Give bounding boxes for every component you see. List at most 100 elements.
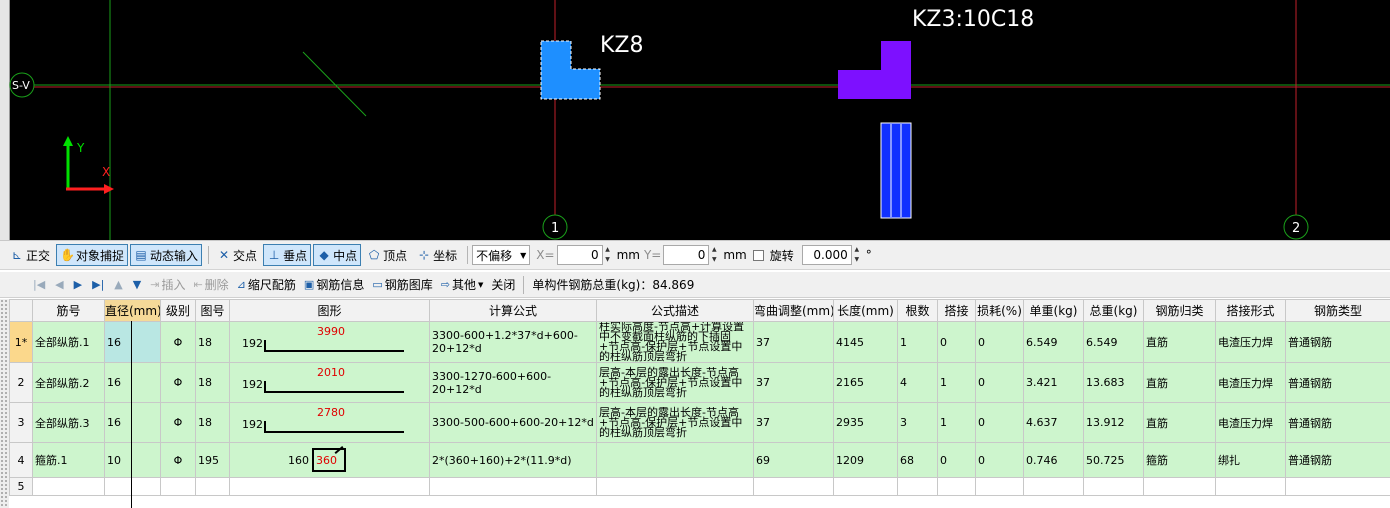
cell-category[interactable]: 直筋 [1143, 362, 1216, 403]
table-row[interactable]: 3 全部纵筋.3 16 Φ 18 192 2780 3300-500-600+600-20+1… [9, 402, 1390, 443]
table-row[interactable]: 4 箍筋.1 10 Φ 195 160 360 2*(360+160)+2*(11.9*d) 6… [9, 442, 1390, 478]
cell-bend[interactable]: 37 [753, 362, 834, 403]
cad-drawing[interactable]: KZ8 KZ3:10C18 S-V 1 2 Y X [0, 0, 1390, 240]
header-col[interactable]: 长度(mm) [833, 299, 898, 322]
header-col[interactable]: 弯曲调整(mm) [753, 299, 834, 322]
cell-total-weight[interactable]: 50.725 [1083, 442, 1144, 478]
cell-description[interactable]: 层高-本层的露出长度-节点高+节点高-保护层+节点设置中的柱纵筋顶层弯折 [596, 362, 754, 403]
empty-cell[interactable] [429, 477, 597, 496]
empty-cell[interactable] [195, 477, 230, 496]
last-record-icon[interactable]: ▶| [92, 278, 104, 291]
ortho-button[interactable]: ⊾ 正交 [6, 244, 54, 266]
cell-lap[interactable]: 1 [937, 402, 976, 443]
cell-unit-weight[interactable]: 4.637 [1023, 402, 1084, 443]
row-number[interactable]: 4 [9, 442, 33, 478]
cell-lap[interactable]: 1 [937, 362, 976, 403]
cell-lap-type[interactable]: 电渣压力焊 [1215, 321, 1286, 363]
cell-formula[interactable]: 3300-500-600+600-20+12*d [429, 402, 597, 443]
next-record-icon[interactable]: ▶ [74, 278, 82, 291]
intersection-button[interactable]: ✕ 交点 [213, 244, 261, 266]
cell-unit-weight[interactable]: 6.549 [1023, 321, 1084, 363]
cell-grade[interactable]: Φ [160, 362, 196, 403]
cell-formula[interactable]: 3300-1270-600+600-20+12*d [429, 362, 597, 403]
empty-cell[interactable] [1215, 477, 1286, 496]
midpoint-button[interactable]: ◆ 中点 [313, 244, 362, 266]
cell-diameter[interactable]: 16 [104, 362, 161, 403]
rotate-input[interactable]: 0.000 [801, 245, 852, 265]
rebar-info-button[interactable]: ▣ 钢筋信息 [304, 276, 364, 293]
cell-figure-no[interactable]: 18 [195, 321, 230, 363]
cad-viewport[interactable]: KZ8 KZ3:10C18 S-V 1 2 Y X [0, 0, 1390, 240]
scale-rebar-button[interactable]: ⊿ 缩尺配筋 [237, 276, 296, 293]
offset-mode-select[interactable]: 不偏移 ▼ [472, 245, 531, 265]
delete-button[interactable]: ⇤ 删除 [193, 276, 228, 293]
cell-shape[interactable]: 192 2010 [229, 362, 430, 403]
cell-diameter[interactable]: 16 [104, 402, 161, 443]
empty-cell[interactable] [32, 477, 105, 496]
empty-cell[interactable] [229, 477, 430, 496]
empty-cell[interactable] [1023, 477, 1084, 496]
y-spinner[interactable]: ▲ ▼ [709, 245, 719, 265]
close-button[interactable]: 关闭 [491, 276, 515, 293]
x-input[interactable]: 0 [556, 245, 603, 265]
cell-count[interactable]: 3 [897, 402, 938, 443]
header-col[interactable]: 计算公式 [429, 299, 597, 322]
header-col[interactable]: 直径(mm) [104, 299, 161, 322]
cell-grade[interactable]: Φ [160, 442, 196, 478]
insert-button[interactable]: ⇥ 插入 [150, 276, 185, 293]
cell-name[interactable]: 全部纵筋.3 [32, 402, 105, 443]
empty-cell[interactable] [975, 477, 1024, 496]
perpendicular-button[interactable]: ⊥ 垂点 [263, 244, 312, 266]
coordinate-button[interactable]: ⊹ 坐标 [413, 244, 461, 266]
move-down-icon[interactable]: ▼ [133, 278, 141, 291]
empty-cell[interactable] [1083, 477, 1144, 496]
prev-record-icon[interactable]: ◀ [55, 278, 63, 291]
header-col[interactable]: 总重(kg) [1083, 299, 1144, 322]
cell-rebar-type[interactable]: 普通钢筋 [1285, 402, 1390, 443]
header-col[interactable]: 损耗(%) [975, 299, 1024, 322]
cell-bend[interactable]: 37 [753, 402, 834, 443]
header-col[interactable]: 单重(kg) [1023, 299, 1084, 322]
cell-unit-weight[interactable]: 0.746 [1023, 442, 1084, 478]
empty-cell[interactable] [104, 477, 161, 496]
rotate-spinner[interactable]: ▲ ▼ [852, 245, 862, 265]
header-col[interactable]: 钢筋归类 [1143, 299, 1216, 322]
row-number[interactable]: 1* [9, 321, 33, 363]
cell-loss[interactable]: 0 [975, 362, 1024, 403]
x-spinner[interactable]: ▲ ▼ [603, 245, 613, 265]
object-snap-button[interactable]: ✋ 对象捕捉 [56, 244, 129, 266]
row-number[interactable]: 5 [9, 477, 33, 496]
rotate-checkbox[interactable] [752, 249, 764, 261]
cell-rebar-type[interactable]: 普通钢筋 [1285, 321, 1390, 363]
cell-description[interactable]: 柱实际高度-节点高+计算设置中不变截面柱纵筋的下插固+节点高-保护层+节点设置中… [596, 321, 754, 363]
cell-name[interactable]: 全部纵筋.2 [32, 362, 105, 403]
empty-cell[interactable] [937, 477, 976, 496]
cell-lap-type[interactable]: 电渣压力焊 [1215, 402, 1286, 443]
cell-loss[interactable]: 0 [975, 402, 1024, 443]
cell-figure-no[interactable]: 18 [195, 402, 230, 443]
first-record-icon[interactable]: |◀ [33, 278, 45, 291]
cell-total-weight[interactable]: 13.912 [1083, 402, 1144, 443]
cell-rebar-type[interactable]: 普通钢筋 [1285, 442, 1390, 478]
cell-shape[interactable]: 192 2780 [229, 402, 430, 443]
cell-description[interactable]: 层高-本层的露出长度-节点高+节点高-保护层+节点设置中的柱纵筋顶层弯折 [596, 402, 754, 443]
dynamic-input-button[interactable]: ▤ 动态输入 [130, 244, 203, 266]
empty-cell[interactable] [753, 477, 834, 496]
empty-cell[interactable] [897, 477, 938, 496]
cell-length[interactable]: 2165 [833, 362, 898, 403]
cell-category[interactable]: 直筋 [1143, 402, 1216, 443]
cell-formula[interactable]: 2*(360+160)+2*(11.9*d) [429, 442, 597, 478]
cell-lap[interactable]: 0 [937, 442, 976, 478]
cell-loss[interactable]: 0 [975, 321, 1024, 363]
empty-cell[interactable] [1143, 477, 1216, 496]
header-col[interactable]: 图形 [229, 299, 430, 322]
cell-lap[interactable]: 0 [937, 321, 976, 363]
table-row[interactable]: 2 全部纵筋.2 16 Φ 18 192 2010 3300-1270-600+600-20+… [9, 362, 1390, 403]
header-col[interactable]: 钢筋类型 [1285, 299, 1390, 322]
other-menu-button[interactable]: ⇨ 其他 ▼ [441, 276, 484, 293]
cell-name[interactable]: 箍筋.1 [32, 442, 105, 478]
header-col[interactable]: 根数 [897, 299, 938, 322]
cell-loss[interactable]: 0 [975, 442, 1024, 478]
cell-shape[interactable]: 192 3990 [229, 321, 430, 363]
table-row-empty[interactable]: 5 [9, 477, 1390, 496]
